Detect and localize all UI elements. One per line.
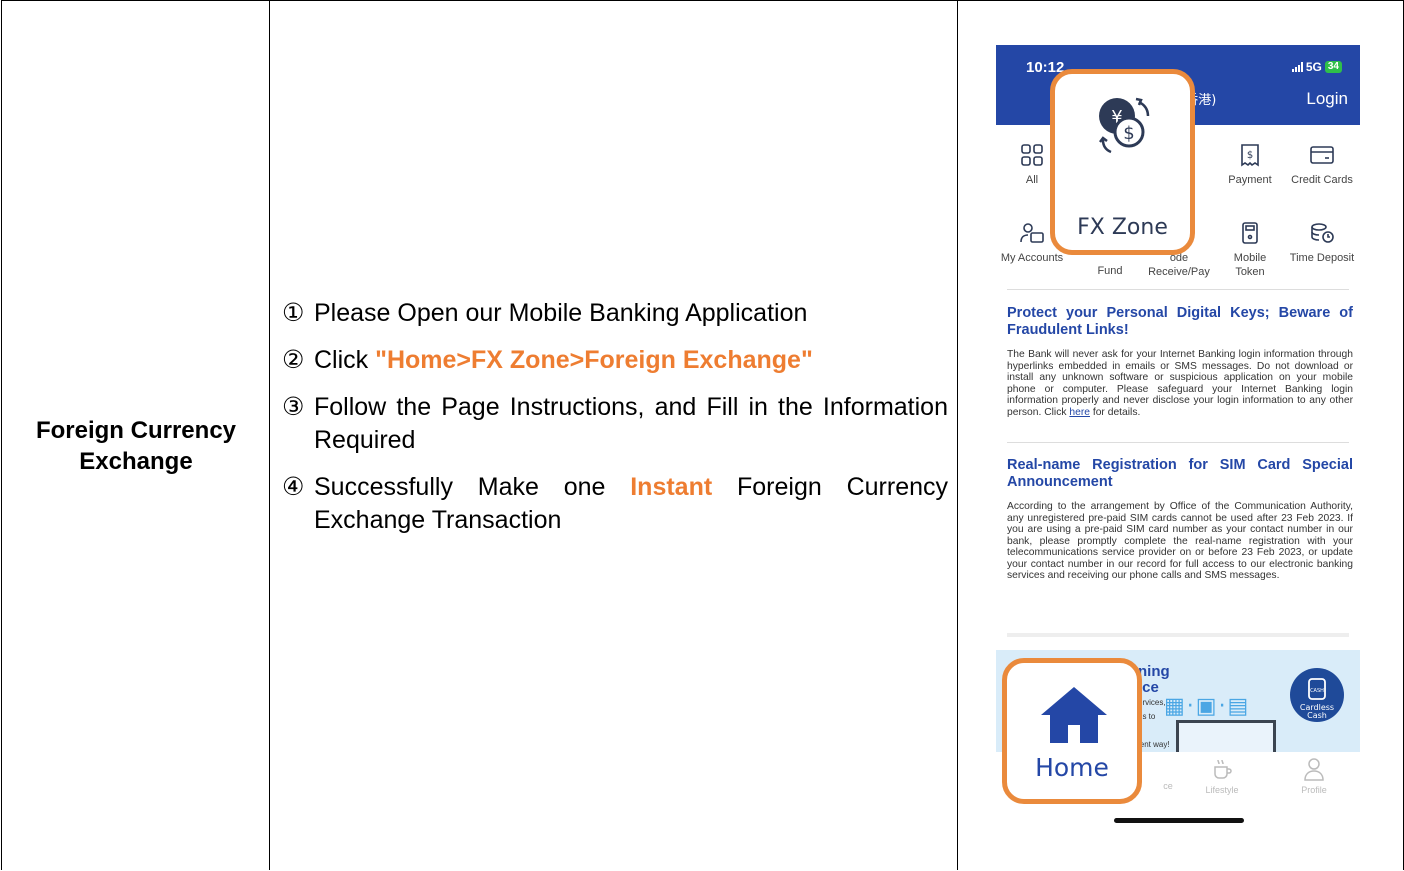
tile-label: Payment bbox=[1228, 174, 1272, 186]
laptop-illustration bbox=[1176, 720, 1276, 752]
grid-icon bbox=[1021, 144, 1043, 166]
step-number: ④ bbox=[282, 473, 305, 501]
step-text: Successfully Make one Instant Foreign Cu… bbox=[314, 471, 948, 537]
tile-label: Fund bbox=[1097, 265, 1123, 277]
here-link[interactable]: here bbox=[1069, 407, 1090, 418]
tab-label: ce bbox=[1163, 781, 1173, 791]
notice-title: Protect your Personal Digital Keys; Bewa… bbox=[1007, 305, 1353, 338]
phone-screenshot: 10:12 5G 34 交通銀行 (香港) Login All $ Paymen… bbox=[996, 45, 1360, 842]
step-2: ② Click "Home>FX Zone>Foreign Exchange" bbox=[282, 344, 948, 377]
step-number: ② bbox=[282, 346, 305, 374]
notice-body-tail: for details. bbox=[1089, 406, 1141, 418]
notice-sim-registration[interactable]: Real-name Registration for SIM Card Spec… bbox=[1007, 457, 1353, 582]
step-number: ③ bbox=[282, 393, 305, 421]
home-indicator bbox=[1114, 818, 1244, 823]
divider bbox=[1007, 442, 1349, 443]
mobile-token-icon bbox=[1242, 222, 1258, 244]
tab-label: Lifestyle bbox=[1205, 785, 1239, 795]
step-list: ① Please Open our Mobile Banking Applica… bbox=[282, 297, 948, 551]
tile-label: My Accounts bbox=[1000, 252, 1064, 264]
divider bbox=[1007, 633, 1349, 637]
banner-title: ning ice bbox=[1138, 664, 1170, 696]
banner-title-line: ning bbox=[1138, 663, 1170, 680]
login-button[interactable]: Login bbox=[1306, 89, 1348, 109]
tab-label: Profile bbox=[1301, 785, 1327, 795]
fx-zone-label: FX Zone bbox=[1077, 215, 1168, 240]
tile-label: ode Receive/Pay bbox=[1148, 252, 1210, 278]
tab-lifestyle[interactable]: Lifestyle bbox=[1192, 753, 1252, 795]
notice-title: Real-name Registration for SIM Card Spec… bbox=[1007, 457, 1353, 490]
status-indicators: 5G 34 bbox=[1291, 60, 1342, 74]
receipt-icon: $ bbox=[1241, 144, 1259, 167]
coins-clock-icon bbox=[1311, 223, 1334, 243]
svg-text:$: $ bbox=[1247, 150, 1253, 161]
tile-label: Credit Cards bbox=[1291, 174, 1353, 186]
tile-mobile-token[interactable]: Mobile Token bbox=[1218, 221, 1282, 279]
cardless-cash-badge[interactable]: CASH Cardless Cash bbox=[1290, 668, 1344, 722]
banner-text: ervices, bbox=[1138, 698, 1166, 707]
tile-credit-cards[interactable]: Credit Cards bbox=[1284, 143, 1360, 187]
profile-icon bbox=[1304, 758, 1324, 781]
credit-card-icon bbox=[1310, 146, 1334, 164]
tab-home[interactable]: Home bbox=[1002, 658, 1142, 804]
notice-body: The Bank will never ask for your Interne… bbox=[1007, 349, 1353, 418]
fx-zone-tile[interactable]: ¥ $ FX Zone bbox=[1050, 69, 1195, 255]
step-number: ① bbox=[282, 299, 305, 327]
tile-label: Mobile Token bbox=[1233, 252, 1267, 278]
coffee-cup-icon bbox=[1214, 759, 1232, 779]
tile-code-receive-pay[interactable]: ode Receive/Pay bbox=[1144, 251, 1214, 279]
notice-fraud[interactable]: Protect your Personal Digital Keys; Bewa… bbox=[1007, 305, 1353, 418]
step-3: ③ Follow the Page Instructions, and Fill… bbox=[282, 391, 948, 457]
user-account-icon bbox=[1020, 223, 1044, 243]
phone-cash-icon: CASH bbox=[1308, 678, 1326, 700]
tab-profile[interactable]: Profile bbox=[1284, 753, 1344, 795]
tile-payment[interactable]: $ Payment bbox=[1218, 143, 1282, 187]
step-text-before: Click bbox=[314, 346, 376, 374]
cash-badge-text: CASH bbox=[1310, 688, 1324, 694]
battery-icon: 34 bbox=[1324, 61, 1342, 73]
tab-service[interactable]: ce bbox=[1138, 781, 1198, 791]
divider bbox=[1007, 289, 1349, 290]
step-4: ④ Successfully Make one Instant Foreign … bbox=[282, 471, 948, 537]
tile-fund[interactable]: Fund bbox=[1078, 264, 1142, 278]
cardless-cash-label: Cardless Cash bbox=[1299, 703, 1335, 720]
banner-text: ient way! bbox=[1138, 740, 1170, 749]
svg-text:$: $ bbox=[1123, 123, 1134, 144]
step-1: ① Please Open our Mobile Banking Applica… bbox=[282, 297, 948, 330]
tile-label: All bbox=[1025, 174, 1039, 186]
notice-body: According to the arrangement by Office o… bbox=[1007, 501, 1353, 581]
service-name: Foreign Currency Exchange bbox=[35, 417, 237, 475]
step-text-before: Successfully Make one bbox=[314, 473, 631, 501]
tile-label: Time Deposit bbox=[1289, 252, 1355, 264]
step-text: Click "Home>FX Zone>Foreign Exchange" bbox=[314, 344, 948, 377]
currency-exchange-icon: ¥ $ bbox=[1099, 97, 1150, 154]
service-name-cell: Foreign Currency Exchange bbox=[2, 1, 270, 871]
home-icon bbox=[1041, 687, 1107, 743]
banner-steps-icon: ▦·▣·▤ bbox=[1164, 694, 1251, 719]
step-highlight: Instant bbox=[630, 473, 713, 501]
step-text: Please Open our Mobile Banking Applicati… bbox=[314, 299, 808, 327]
step-text: Follow the Page Instructions, and Fill i… bbox=[314, 393, 948, 454]
home-label: Home bbox=[1035, 753, 1109, 782]
instructions-cell: ① Please Open our Mobile Banking Applica… bbox=[270, 1, 959, 871]
step-highlight: "Home>FX Zone>Foreign Exchange" bbox=[375, 346, 813, 374]
network-type: 5G bbox=[1305, 60, 1322, 74]
tile-time-deposit[interactable]: Time Deposit bbox=[1284, 221, 1360, 265]
signal-icon bbox=[1291, 62, 1303, 72]
notice-body-text: The Bank will never ask for your Interne… bbox=[1007, 349, 1353, 418]
